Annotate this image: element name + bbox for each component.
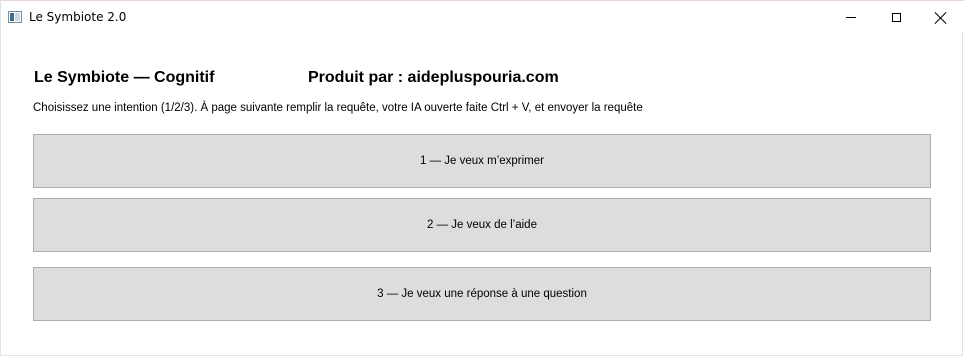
app-window: Le Symbiote 2.0 Le Symbiote — Cognitif P… xyxy=(0,0,964,356)
close-button[interactable] xyxy=(918,2,964,33)
maximize-button[interactable] xyxy=(873,2,919,33)
option-3-label: 3 — Je veux une réponse à une question xyxy=(377,288,587,300)
maximize-icon xyxy=(891,13,901,22)
instruction-text: Choisissez une intention (1/2/3). À page… xyxy=(33,102,643,114)
option-3-button[interactable]: 3 — Je veux une réponse à une question xyxy=(33,267,931,321)
option-2-label: 2 — Je veux de l’aide xyxy=(427,219,537,231)
minimize-button[interactable] xyxy=(828,2,874,33)
option-1-button[interactable]: 1 — Je veux m’exprimer xyxy=(33,134,931,188)
app-window-icon xyxy=(8,11,22,23)
producer-label: Produit par : aidepluspouria.com xyxy=(308,69,559,86)
minimize-icon xyxy=(846,17,856,18)
page-title: Le Symbiote — Cognitif xyxy=(34,69,215,86)
title-bar[interactable]: Le Symbiote 2.0 xyxy=(1,0,964,32)
option-1-label: 1 — Je veux m’exprimer xyxy=(420,155,544,167)
window-title: Le Symbiote 2.0 xyxy=(29,10,127,24)
close-icon xyxy=(935,12,947,24)
option-2-button[interactable]: 2 — Je veux de l’aide xyxy=(33,198,931,252)
